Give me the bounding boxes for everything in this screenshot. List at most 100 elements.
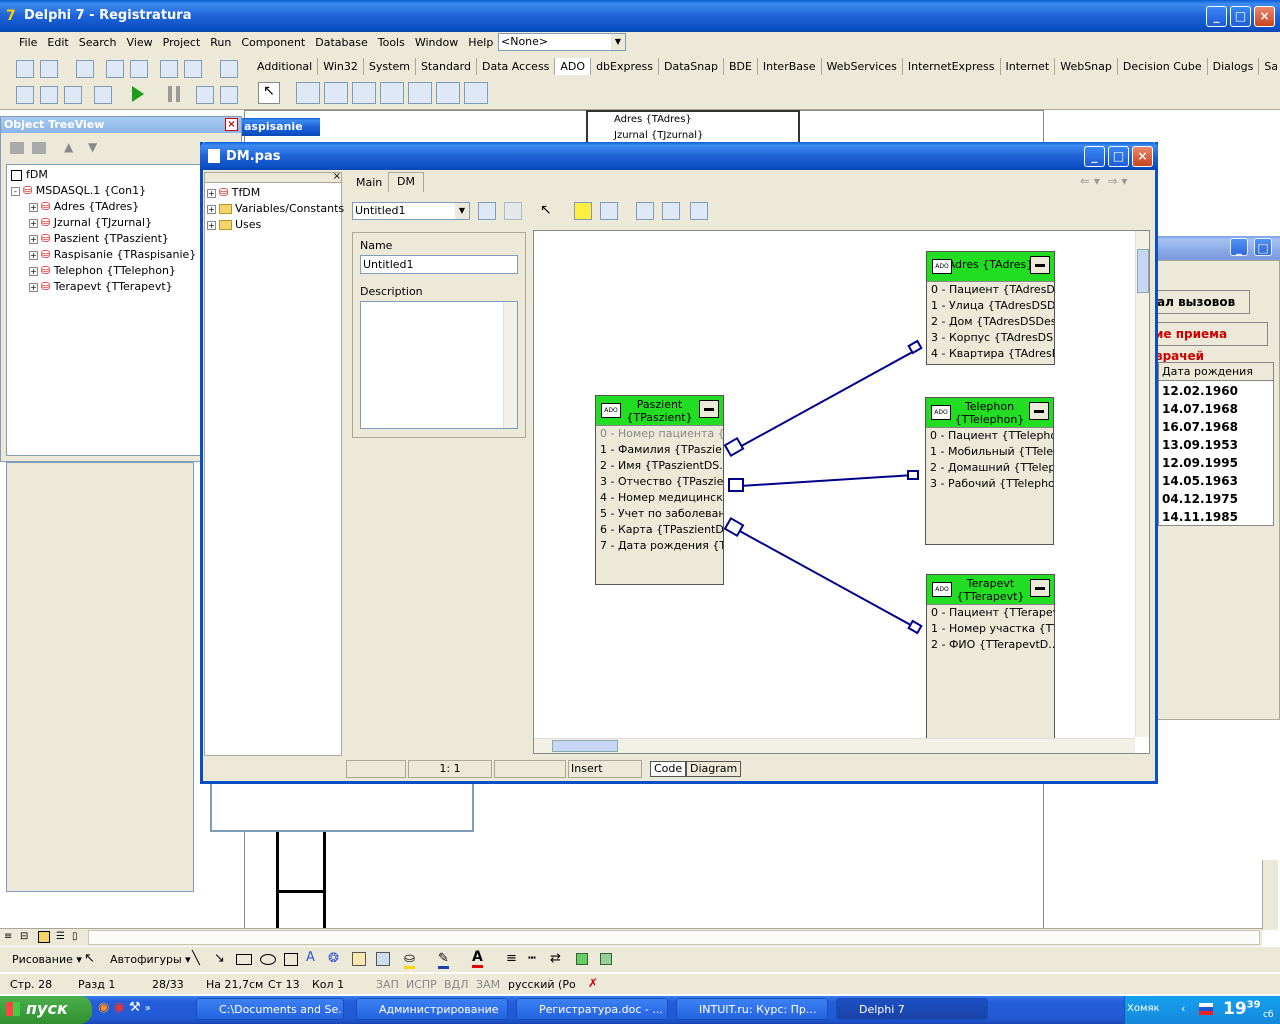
outline-view-icon[interactable]: ☰ bbox=[56, 931, 65, 942]
line-style-icon[interactable]: ≡ bbox=[506, 951, 517, 966]
arrow-icon[interactable]: ↘ bbox=[214, 951, 225, 966]
comment-icon[interactable] bbox=[574, 202, 592, 220]
run-icon[interactable] bbox=[132, 86, 144, 102]
palette-tab[interactable]: Internet bbox=[1001, 58, 1056, 75]
toolbar-newform-icon[interactable] bbox=[94, 86, 112, 104]
palette-tab[interactable]: Samples bbox=[1259, 58, 1277, 75]
tray-expand-icon[interactable]: ‹ bbox=[1181, 1002, 1185, 1015]
new-diagram-icon[interactable] bbox=[478, 202, 496, 220]
collapse-button[interactable] bbox=[1030, 579, 1050, 597]
tab-dm[interactable]: DM bbox=[388, 172, 424, 192]
toolbar-viewunit-icon[interactable] bbox=[16, 86, 34, 104]
status-rec[interactable]: ЗАП bbox=[376, 978, 399, 991]
entity-paszient[interactable]: ADO Paszient {TPaszient} 0 - Номер пациент… bbox=[595, 395, 724, 585]
task-word[interactable]: Регистратура.doc - ... bbox=[516, 998, 668, 1020]
table-row[interactable]: 14.11.1985 bbox=[1162, 508, 1238, 526]
ado-table-icon[interactable] bbox=[380, 82, 404, 104]
tree-item[interactable]: + ⛁ Jzurnal {TJzurnal} bbox=[7, 215, 200, 231]
palette-tab[interactable]: InternetExpress bbox=[903, 58, 1001, 75]
opera-icon[interactable]: ◉ bbox=[113, 1000, 124, 1015]
eye-icon[interactable] bbox=[690, 202, 708, 220]
explorer-item-variables[interactable]: + Variables/Constants bbox=[207, 201, 344, 217]
shadow-icon[interactable] bbox=[576, 953, 588, 965]
explorer-close-icon[interactable]: × bbox=[333, 171, 341, 182]
vscroll-thumb[interactable] bbox=[1137, 249, 1149, 293]
word-hscrollbar[interactable] bbox=[88, 930, 1260, 945]
new-item-icon[interactable] bbox=[10, 142, 24, 154]
arrow-up-icon[interactable]: ▲ bbox=[64, 140, 73, 154]
maximize-button[interactable]: □ bbox=[1230, 6, 1251, 27]
collapse-button[interactable] bbox=[699, 400, 719, 418]
table-row[interactable]: 13.09.1953 bbox=[1162, 436, 1238, 454]
tab-diagram[interactable]: Diagram bbox=[686, 761, 742, 777]
rectangle-icon[interactable] bbox=[236, 954, 252, 965]
toolbar-help-icon[interactable] bbox=[220, 60, 238, 78]
toolbar-new-icon[interactable] bbox=[16, 60, 34, 78]
palette-tab[interactable]: WebServices bbox=[822, 58, 903, 75]
field-row[interactable]: 2 - Дом {TAdresDSDes... bbox=[927, 314, 1054, 330]
status-ovr[interactable]: ЗАМ bbox=[476, 978, 500, 991]
table-row[interactable]: 14.07.1968 bbox=[1162, 400, 1238, 418]
palette-tab[interactable]: System bbox=[364, 58, 416, 75]
ado-command-icon[interactable] bbox=[324, 82, 348, 104]
tree-item[interactable]: + ⛁ Adres {TAdres} bbox=[7, 199, 200, 215]
table-row[interactable]: 14.05.1963 bbox=[1162, 472, 1238, 490]
delete-item-icon[interactable] bbox=[32, 142, 46, 154]
task-browser[interactable]: INTUIT.ru: Курс: Пр... bbox=[676, 998, 828, 1020]
table-row[interactable]: 12.09.1995 bbox=[1162, 454, 1238, 472]
status-ext[interactable]: ВДЛ bbox=[444, 978, 468, 991]
line-icon[interactable]: ╲ bbox=[192, 951, 200, 966]
pause-icon[interactable] bbox=[168, 86, 180, 102]
treeview-close-icon[interactable]: × bbox=[225, 118, 238, 131]
description-field[interactable] bbox=[360, 301, 518, 429]
reading-view-icon[interactable]: ▯ bbox=[72, 931, 78, 942]
tool-icon[interactable]: ⚒ bbox=[129, 1000, 141, 1015]
palette-tab-active[interactable]: ADO bbox=[555, 58, 592, 75]
line-color-icon[interactable]: ✎ bbox=[438, 951, 449, 969]
field-row[interactable]: 3 - Отчество {TPaszien... bbox=[596, 474, 723, 490]
task-admin[interactable]: Администрирование bbox=[356, 998, 508, 1020]
status-trk[interactable]: ИСПР bbox=[406, 978, 437, 991]
arrow-style-icon[interactable]: ⇄ bbox=[550, 951, 561, 966]
explorer-splitter-bar[interactable]: × bbox=[205, 171, 341, 183]
property-connector-icon[interactable] bbox=[600, 202, 618, 220]
name-field[interactable] bbox=[360, 255, 518, 274]
tab-main[interactable]: Main bbox=[348, 174, 390, 191]
web-view-icon[interactable]: ⊟ bbox=[20, 931, 28, 942]
entity-adres[interactable]: ADO Adres {TAdres} 0 - Пациент {TAdresD..… bbox=[926, 251, 1055, 365]
palette-tab[interactable]: dbExpress bbox=[591, 58, 659, 75]
field-row[interactable]: 0 - Пациент {TTerapev... bbox=[927, 605, 1054, 621]
palette-tab[interactable]: WebSnap bbox=[1055, 58, 1118, 75]
collapse-button[interactable] bbox=[1030, 256, 1050, 274]
minimize-button[interactable]: _ bbox=[1206, 6, 1227, 27]
dm-minimize-button[interactable]: _ bbox=[1084, 146, 1105, 167]
field-row[interactable]: 5 - Учет по заболеван... bbox=[596, 506, 723, 522]
entity-terapevt[interactable]: ADO Terapevt {TTerapevt} 0 - Пациент {TTer… bbox=[926, 574, 1055, 753]
toolbar-open-icon[interactable] bbox=[40, 60, 58, 78]
font-color-icon[interactable]: A bbox=[472, 949, 483, 968]
clipart-icon[interactable] bbox=[352, 952, 366, 966]
menu-database[interactable]: Database bbox=[310, 36, 373, 49]
field-row[interactable]: 1 - Номер участка {TT... bbox=[927, 621, 1054, 637]
diagram-icon[interactable]: ❂ bbox=[328, 951, 339, 966]
bg-raspisanie-tab[interactable]: aspisanie bbox=[240, 118, 320, 136]
menu-help[interactable]: Help bbox=[463, 36, 498, 49]
bg-maximize-button[interactable]: □ bbox=[1254, 238, 1272, 256]
menu-window[interactable]: Window bbox=[410, 36, 463, 49]
pointer-tool-icon[interactable]: ↖ bbox=[258, 82, 280, 104]
field-row[interactable]: 0 - Номер пациента {T... bbox=[596, 426, 723, 442]
menu-file[interactable]: File bbox=[14, 36, 42, 49]
lookup-icon[interactable] bbox=[662, 202, 680, 220]
toolbar-openproject-icon[interactable] bbox=[130, 60, 148, 78]
palette-tab[interactable]: Decision Cube bbox=[1118, 58, 1208, 75]
entity-telephon[interactable]: ADO Telephon {TTelephon} 0 - Пациент {TTel… bbox=[925, 397, 1054, 545]
ado-connection-icon[interactable] bbox=[296, 82, 320, 104]
config-combo[interactable]: <None> ▼ bbox=[498, 33, 626, 51]
picture-icon[interactable] bbox=[376, 952, 390, 966]
ado-query-icon[interactable] bbox=[408, 82, 432, 104]
menu-project[interactable]: Project bbox=[158, 36, 206, 49]
palette-tab[interactable]: BDE bbox=[724, 58, 758, 75]
palette-tab[interactable]: Win32 bbox=[318, 58, 364, 75]
task-delphi[interactable]: Delphi 7 bbox=[836, 998, 988, 1020]
chevron-down-icon[interactable]: ▼ bbox=[455, 203, 469, 219]
